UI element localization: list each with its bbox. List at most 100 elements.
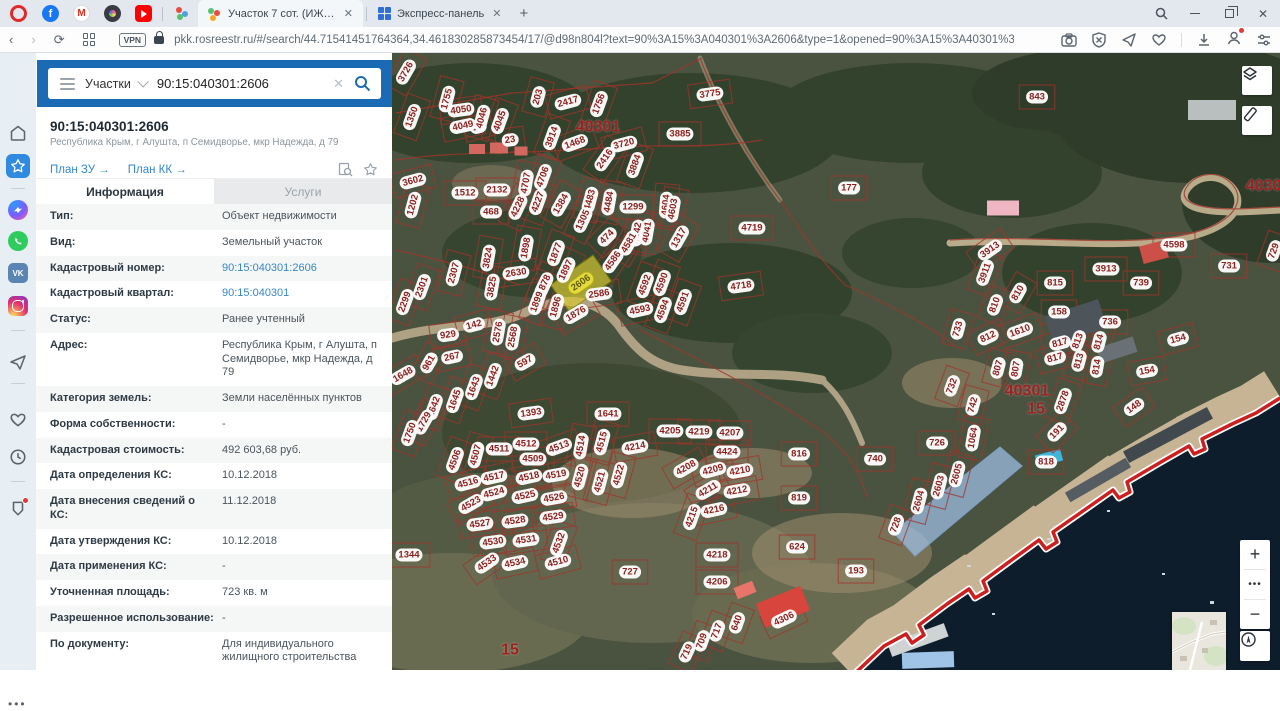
url-text[interactable]: pkk.rosreestr.ru/#/search/44.71541451764… <box>174 34 1014 46</box>
clear-search-icon[interactable]: ✕ <box>333 76 344 92</box>
parcel-label[interactable]: 4534 <box>500 554 529 572</box>
vk-icon[interactable]: VK <box>6 261 30 285</box>
parcel-label[interactable]: 4530 <box>479 534 508 551</box>
my-flow-icon[interactable] <box>1121 32 1137 48</box>
history-clock-icon[interactable] <box>6 445 30 469</box>
tab-search-icon[interactable] <box>1144 0 1178 27</box>
parcel-label[interactable]: 1064 <box>964 424 982 453</box>
parcel-label[interactable]: 732 <box>942 374 962 399</box>
plan-kk-link[interactable]: План КК → <box>128 164 187 176</box>
parcel-label[interactable]: 1512 <box>451 187 478 200</box>
parcel-label[interactable]: 813 <box>1070 349 1088 373</box>
parcel-label[interactable]: 3602 <box>398 171 428 191</box>
minimap[interactable] <box>1172 612 1226 670</box>
layers-button[interactable] <box>1242 66 1272 95</box>
parcel-label[interactable]: 267 <box>440 348 464 365</box>
parcel-label[interactable]: 739 <box>1130 277 1152 290</box>
tab-close-icon[interactable]: ✕ <box>342 7 355 20</box>
parcel-label[interactable]: 727 <box>619 566 641 579</box>
parcel-label[interactable]: 4521 <box>590 467 610 497</box>
parcel-label[interactable]: 142 <box>462 316 486 334</box>
pinned-tab[interactable] <box>174 6 190 22</box>
parcel-label[interactable]: 4718 <box>727 278 756 295</box>
parcel-label[interactable]: 4531 <box>512 532 541 549</box>
parcel-label[interactable]: 2605 <box>947 459 967 489</box>
downloads-icon[interactable] <box>1196 32 1212 48</box>
parcel-label[interactable]: 4515 <box>592 427 612 457</box>
cadastral-map[interactable]: 3726175522231350203241717563775843405040… <box>392 53 1280 670</box>
new-tab-button[interactable]: + <box>519 5 528 22</box>
parcel-label[interactable]: 719 <box>676 639 697 664</box>
parcel-label[interactable]: 624 <box>786 541 808 554</box>
parcel-label[interactable]: 3885 <box>666 128 693 141</box>
parcel-label[interactable]: 4529 <box>539 509 568 526</box>
parcel-label[interactable]: 4512 <box>512 438 539 451</box>
info-value-link[interactable]: 90:15:040301:2606 <box>222 262 317 276</box>
geolocation-button[interactable] <box>1240 631 1270 661</box>
parcel-label[interactable]: 2604 <box>909 486 929 516</box>
parcel-label[interactable]: 4527 <box>466 516 495 533</box>
parcel-label[interactable]: 1442 <box>482 361 503 391</box>
sidebar-home-icon[interactable] <box>6 121 30 145</box>
parcel-label[interactable]: 816 <box>788 448 810 461</box>
lock-icon[interactable] <box>154 36 164 44</box>
parcel-label[interactable]: 1641 <box>594 408 621 421</box>
parcel-label[interactable]: 717 <box>707 619 727 644</box>
parcel-label[interactable]: 4509 <box>519 453 546 466</box>
parcel-label[interactable]: 4216 <box>699 501 728 519</box>
parcel-label[interactable]: 843 <box>1026 91 1048 104</box>
parcel-label[interactable]: 4219 <box>685 426 712 439</box>
parcel-label[interactable]: 4520 <box>570 462 590 492</box>
parcel-label[interactable]: 818 <box>1035 456 1057 469</box>
parcel-label[interactable]: 4211 <box>693 478 723 503</box>
back-button[interactable]: ‹ <box>9 32 13 47</box>
measure-button[interactable] <box>1242 106 1272 135</box>
parcel-label[interactable]: 4507 <box>466 440 486 470</box>
parcel-label[interactable]: 177 <box>838 182 860 195</box>
parcel-label[interactable]: 4208 <box>671 456 701 481</box>
parcel-label[interactable]: 2417 <box>553 92 583 112</box>
parcel-label[interactable]: 740 <box>864 453 886 466</box>
parcel-label[interactable]: 4592 <box>634 270 655 300</box>
parcel-label[interactable]: 4526 <box>540 489 569 507</box>
adblock-icon[interactable] <box>1091 32 1107 48</box>
parcel-label[interactable]: 736 <box>1099 316 1121 329</box>
parcel-label[interactable]: 4228 <box>506 192 529 222</box>
parcel-label[interactable]: 4306 <box>769 607 799 630</box>
parcel-label[interactable]: 1756 <box>588 89 609 119</box>
parcel-label[interactable]: 640 <box>727 611 747 636</box>
parcel-label[interactable]: 4205 <box>656 425 683 438</box>
parcel-label[interactable]: 1350 <box>401 102 422 132</box>
parcel-label[interactable]: 1648 <box>392 363 418 388</box>
pinboard-icon[interactable] <box>6 496 30 520</box>
photos-icon[interactable] <box>104 5 121 22</box>
parcel-label[interactable]: 3824 <box>479 244 497 273</box>
parcel-label[interactable]: 810 <box>1007 280 1029 305</box>
parcel-label[interactable]: 4218 <box>703 549 730 562</box>
zoom-out-button[interactable]: − <box>1240 600 1270 629</box>
search-icon[interactable] <box>354 75 371 92</box>
parcel-label[interactable]: 4214 <box>621 438 650 456</box>
parcel-label[interactable]: 817 <box>1043 349 1067 367</box>
parcel-label[interactable]: 4212 <box>723 482 752 500</box>
parcel-label[interactable]: 4518 <box>514 468 543 486</box>
close-button[interactable]: ✕ <box>1246 0 1280 27</box>
parcel-label[interactable]: 3825 <box>483 273 501 302</box>
parcel-label[interactable]: 4424 <box>713 446 740 459</box>
parcel-label[interactable]: 2586 <box>585 286 614 303</box>
parcel-label[interactable]: 729 <box>1264 239 1280 264</box>
chevron-down-icon[interactable] <box>137 76 148 87</box>
profile-icon[interactable] <box>1226 30 1242 51</box>
youtube-icon[interactable] <box>135 5 152 22</box>
parcel-label[interactable]: 468 <box>480 206 502 219</box>
parcel-label[interactable]: 4590 <box>651 268 672 298</box>
search-menu-icon[interactable] <box>60 75 75 93</box>
parcel-label[interactable]: 1317 <box>667 223 692 253</box>
search-category-select[interactable]: Участки <box>85 77 131 91</box>
parcel-label[interactable]: 731 <box>1218 260 1240 273</box>
parcel-label[interactable]: 23 <box>501 132 519 147</box>
parcel-label[interactable]: 929 <box>436 327 459 343</box>
parcel-label[interactable]: 728 <box>886 513 906 538</box>
parcel-label[interactable]: 4506 <box>444 445 465 475</box>
bookmarks-heart-icon[interactable] <box>6 408 30 432</box>
